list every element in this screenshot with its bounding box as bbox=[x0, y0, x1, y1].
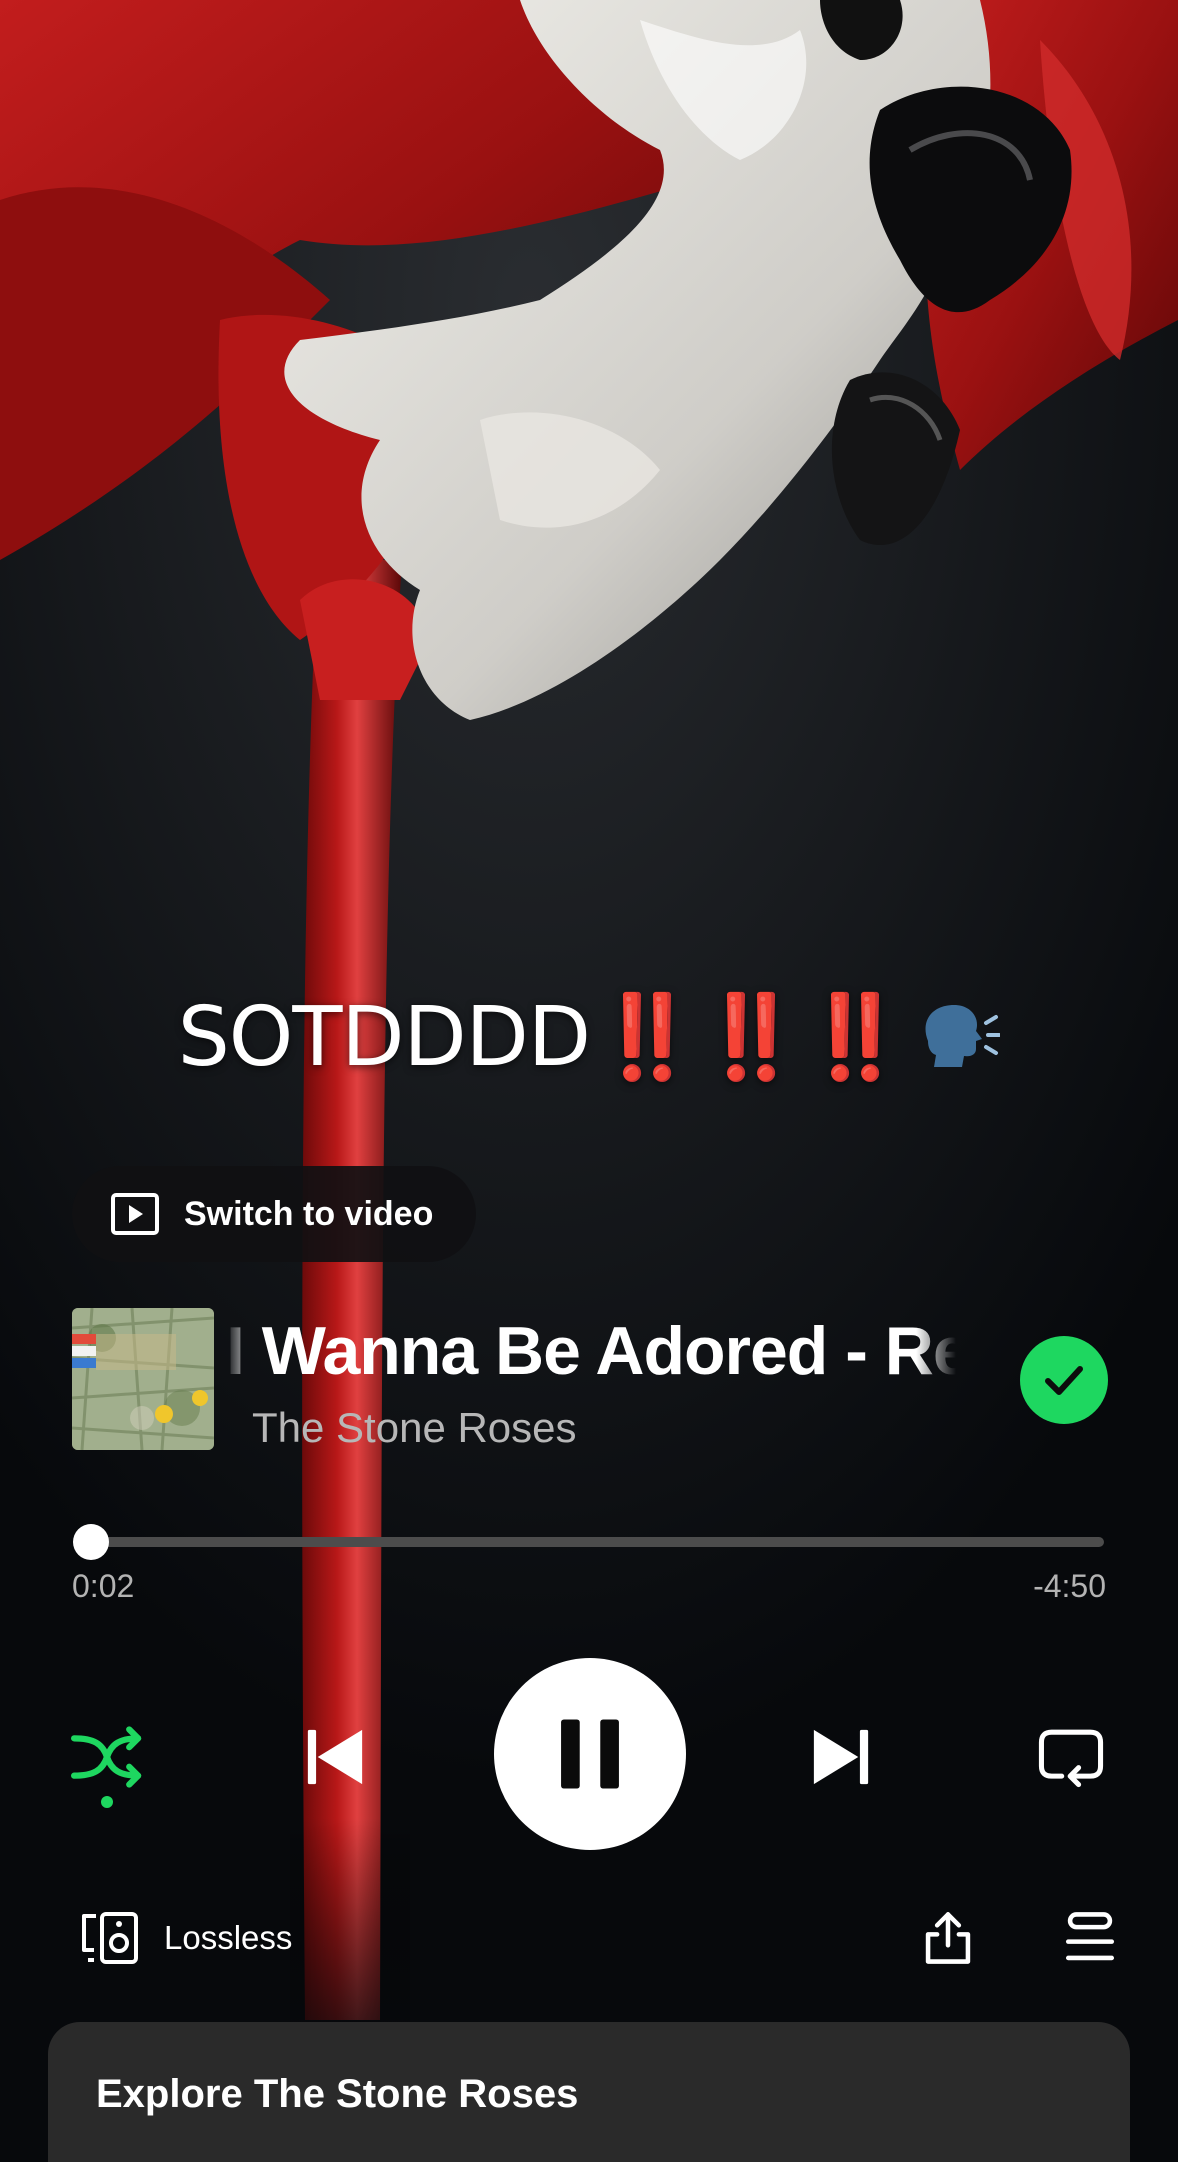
caption-text: SOTDDDD bbox=[177, 990, 591, 1085]
repeat-icon bbox=[1038, 1729, 1104, 1788]
share-icon bbox=[925, 1912, 971, 1964]
queue-button[interactable] bbox=[1058, 1906, 1122, 1970]
share-button[interactable] bbox=[916, 1906, 980, 1970]
track-artist[interactable]: The Stone Roses bbox=[252, 1404, 577, 1452]
album-cover[interactable] bbox=[72, 1308, 214, 1450]
elapsed-time: 0:02 bbox=[72, 1568, 135, 1604]
progress-bar[interactable] bbox=[90, 1537, 1104, 1547]
speaking-head-icon bbox=[925, 1005, 1001, 1067]
check-icon bbox=[1045, 1366, 1083, 1395]
canvas-caption: SOTDDDD‼️‼️‼️ bbox=[0, 990, 1178, 1086]
progress-handle[interactable] bbox=[73, 1524, 109, 1560]
shuffle-active-indicator bbox=[101, 1796, 113, 1808]
remaining-time: -4:50 bbox=[1033, 1568, 1106, 1604]
device-label: Lossless bbox=[164, 1919, 293, 1956]
pause-button[interactable] bbox=[494, 1658, 686, 1850]
switch-to-video-label: Switch to video bbox=[184, 1194, 434, 1233]
track-title-marquee: I Wanna Be Adored - Remastered bbox=[226, 1308, 956, 1392]
added-to-library-button[interactable] bbox=[1020, 1336, 1108, 1424]
video-play-icon bbox=[111, 1193, 159, 1235]
explore-artist-card[interactable]: Explore The Stone Roses bbox=[48, 2022, 1130, 2162]
skip-previous-icon bbox=[307, 1729, 363, 1785]
shuffle-icon bbox=[71, 1726, 142, 1788]
queue-icon bbox=[1065, 1912, 1115, 1961]
skip-next-icon bbox=[813, 1729, 869, 1785]
connect-device-button[interactable]: Lossless bbox=[78, 1910, 292, 1966]
album-cover-art bbox=[72, 1308, 214, 1450]
switch-to-video-button[interactable]: Switch to video bbox=[72, 1166, 476, 1262]
repeat-button[interactable] bbox=[1026, 1710, 1116, 1800]
shuffle-button[interactable] bbox=[62, 1712, 152, 1802]
track-title: I Wanna Be Adored - Remastered bbox=[226, 1313, 956, 1389]
next-button[interactable] bbox=[796, 1712, 886, 1802]
pause-icon bbox=[561, 1719, 619, 1789]
previous-button[interactable] bbox=[290, 1712, 380, 1802]
connect-device-icon bbox=[82, 1912, 138, 1964]
caption-emphasis: ‼️‼️‼️ bbox=[595, 990, 909, 1085]
explore-title: Explore The Stone Roses bbox=[96, 2072, 579, 2116]
